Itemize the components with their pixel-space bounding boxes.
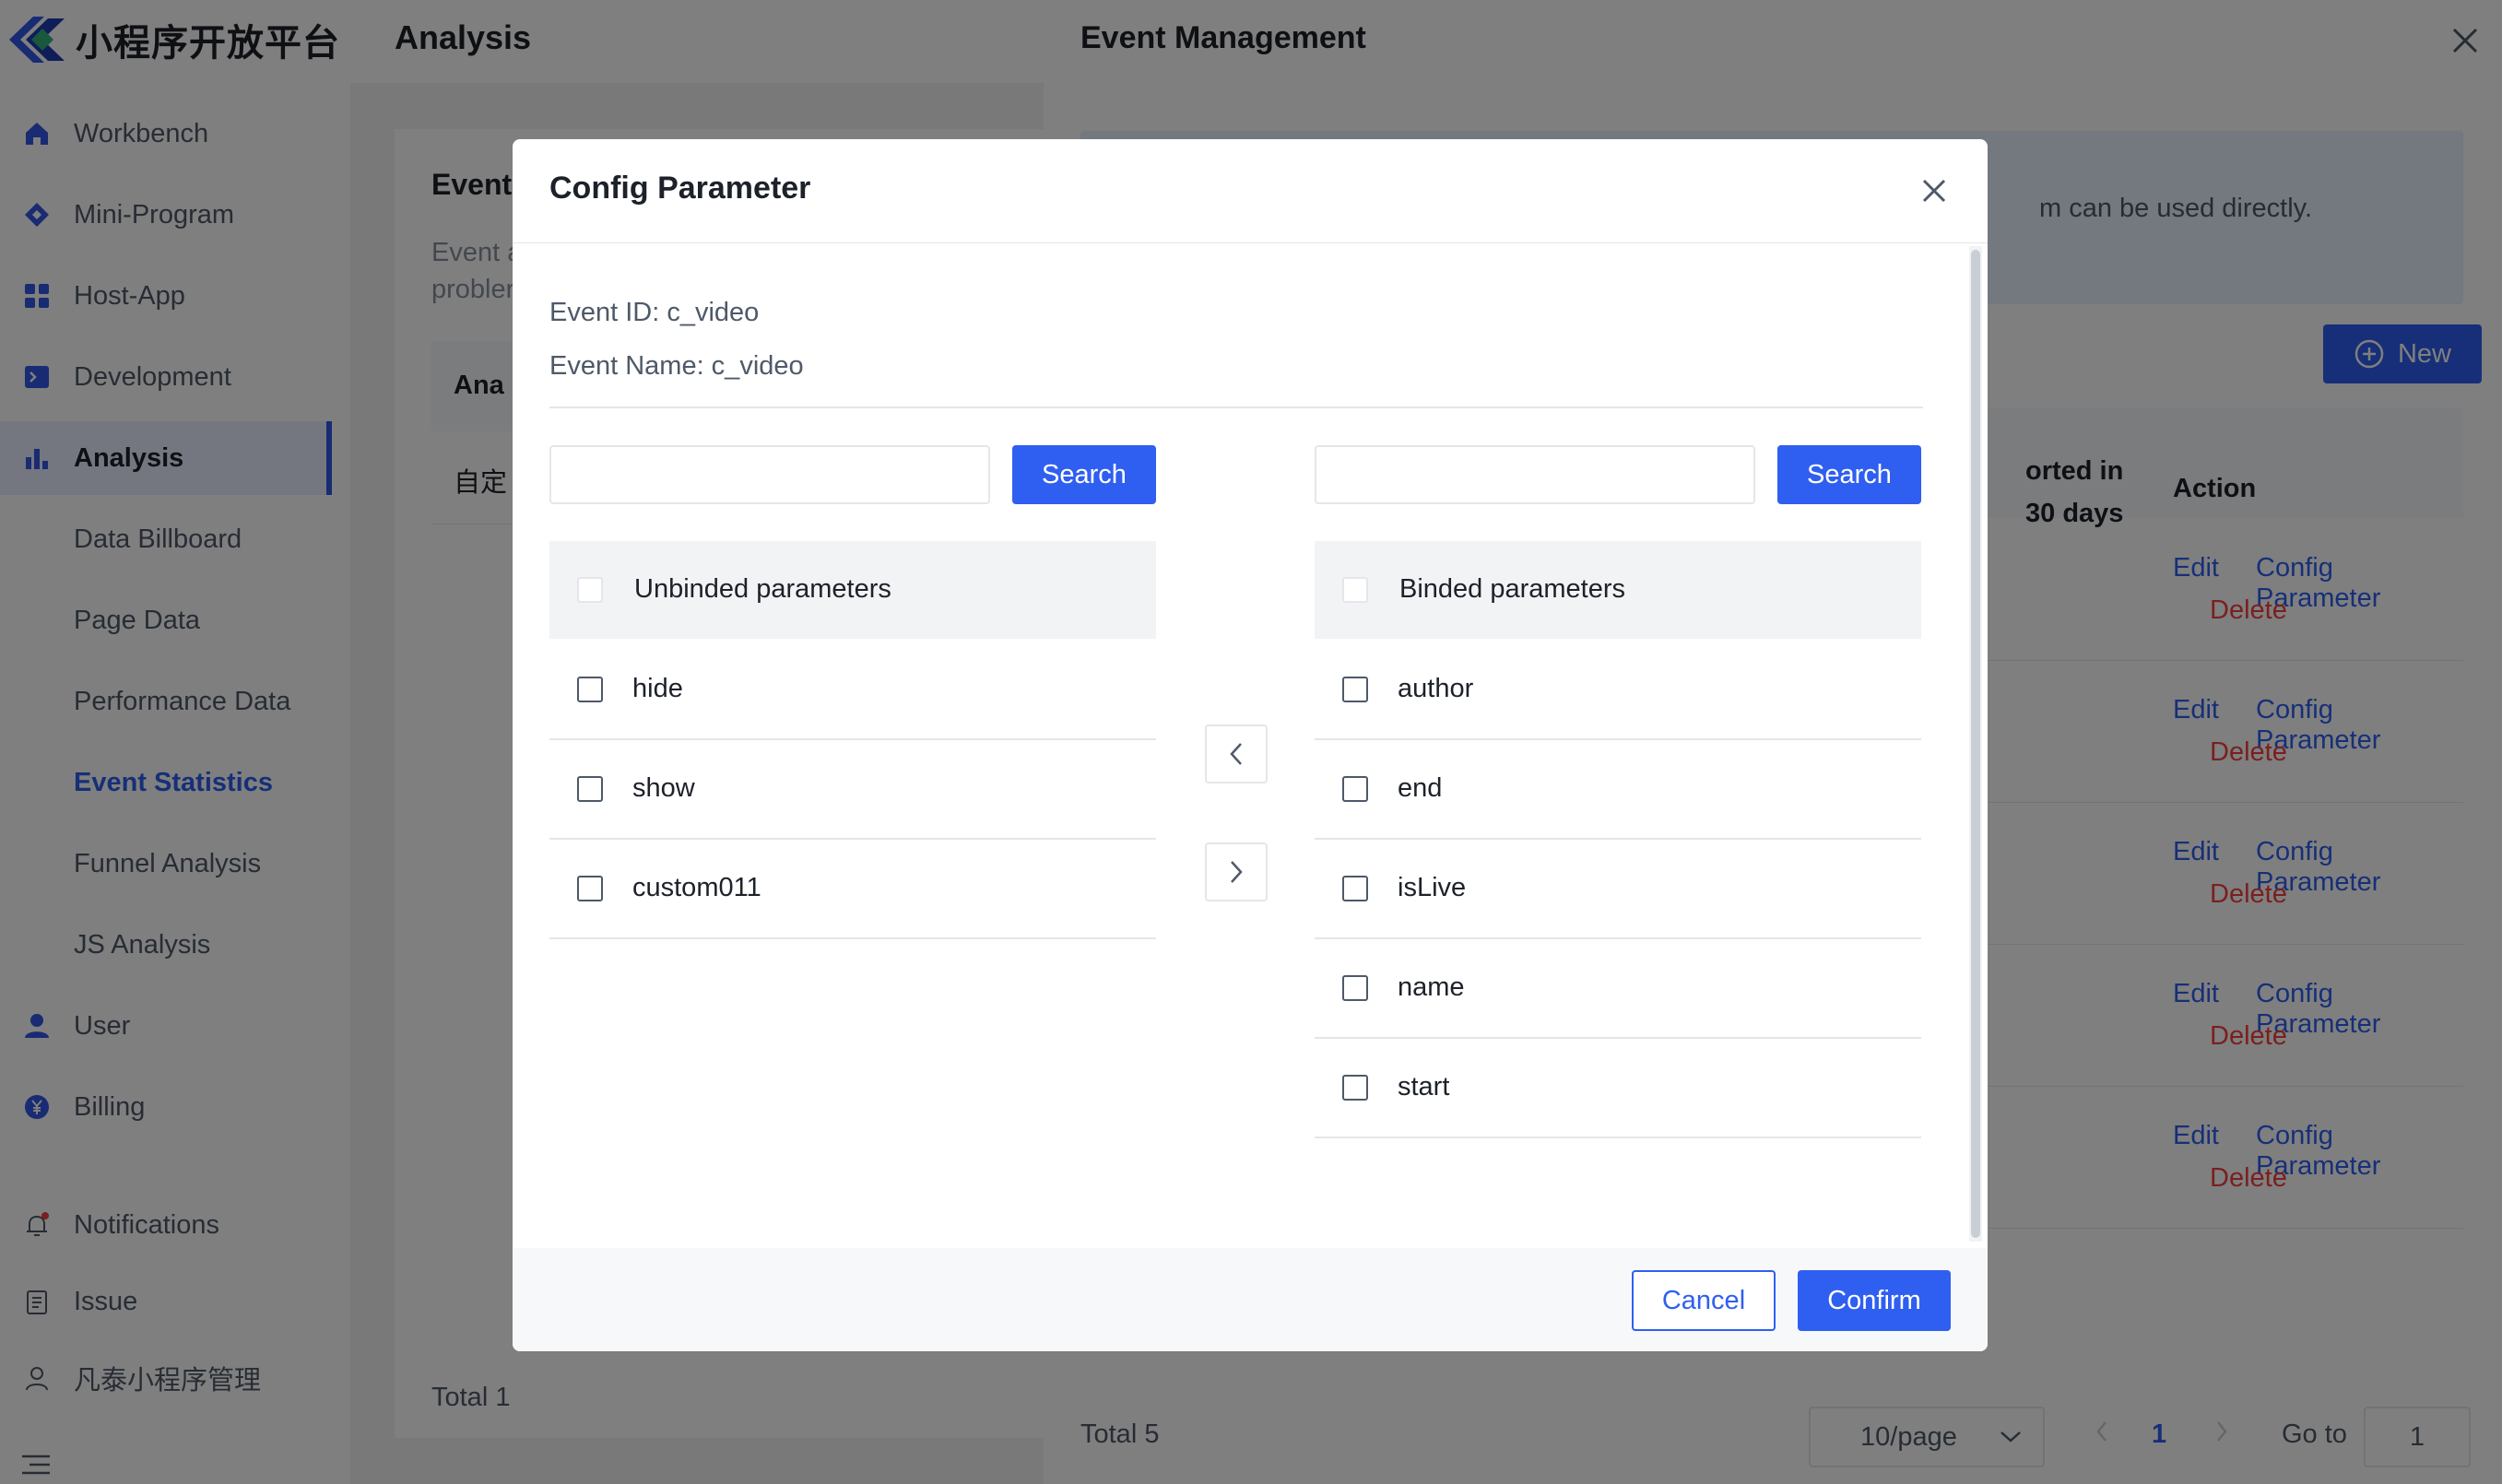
list-item[interactable]: show — [549, 740, 1156, 840]
move-left-button[interactable] — [1205, 724, 1268, 783]
select-all-checkbox[interactable] — [577, 577, 603, 603]
unbinded-search-button[interactable]: Search — [1012, 445, 1156, 504]
list-item[interactable]: end — [1315, 740, 1921, 840]
unbinded-search-input[interactable] — [549, 445, 990, 504]
list-item[interactable]: name — [1315, 939, 1921, 1039]
list-item[interactable]: custom011 — [549, 840, 1156, 939]
divider — [549, 406, 1923, 408]
event-id-text: Event ID: c_video — [549, 298, 760, 327]
item-checkbox[interactable] — [1342, 776, 1368, 802]
binded-search-input[interactable] — [1315, 445, 1755, 504]
event-name-text: Event Name: c_video — [549, 351, 804, 381]
item-checkbox[interactable] — [1342, 1075, 1368, 1101]
item-label: end — [1398, 773, 1443, 803]
item-label: start — [1398, 1072, 1450, 1101]
item-label: author — [1398, 674, 1474, 703]
item-checkbox[interactable] — [577, 776, 603, 802]
item-checkbox[interactable] — [577, 677, 603, 702]
list-item[interactable]: author — [1315, 641, 1921, 740]
chevron-right-icon — [1231, 861, 1243, 883]
binded-search-button[interactable]: Search — [1777, 445, 1921, 504]
list-item[interactable]: start — [1315, 1039, 1921, 1138]
unbinded-header-label: Unbinded parameters — [634, 574, 891, 604]
binded-header-label: Binded parameters — [1399, 574, 1626, 604]
select-all-checkbox[interactable] — [1342, 577, 1368, 603]
confirm-button[interactable]: Confirm — [1798, 1270, 1951, 1331]
unbinded-list-header: Unbinded parameters — [549, 541, 1156, 639]
config-parameter-modal: Config Parameter Event ID: c_video Event… — [513, 139, 1988, 1351]
modal-title: Config Parameter — [549, 171, 811, 206]
item-label: name — [1398, 972, 1465, 1002]
binded-list-header: Binded parameters — [1315, 541, 1921, 639]
item-label: hide — [632, 674, 683, 703]
move-right-button[interactable] — [1205, 842, 1268, 901]
item-checkbox[interactable] — [1342, 876, 1368, 901]
cancel-button[interactable]: Cancel — [1632, 1270, 1776, 1331]
list-item[interactable]: hide — [549, 641, 1156, 740]
item-label: isLive — [1398, 873, 1467, 902]
item-label: show — [632, 773, 695, 803]
modal-scrollbar-thumb[interactable] — [1971, 250, 1980, 1238]
item-checkbox[interactable] — [1342, 677, 1368, 702]
item-checkbox[interactable] — [1342, 975, 1368, 1001]
modal-close-icon[interactable] — [1914, 171, 1954, 211]
item-checkbox[interactable] — [577, 876, 603, 901]
chevron-left-icon — [1230, 743, 1242, 765]
item-label: custom011 — [632, 873, 761, 902]
list-item[interactable]: isLive — [1315, 840, 1921, 939]
